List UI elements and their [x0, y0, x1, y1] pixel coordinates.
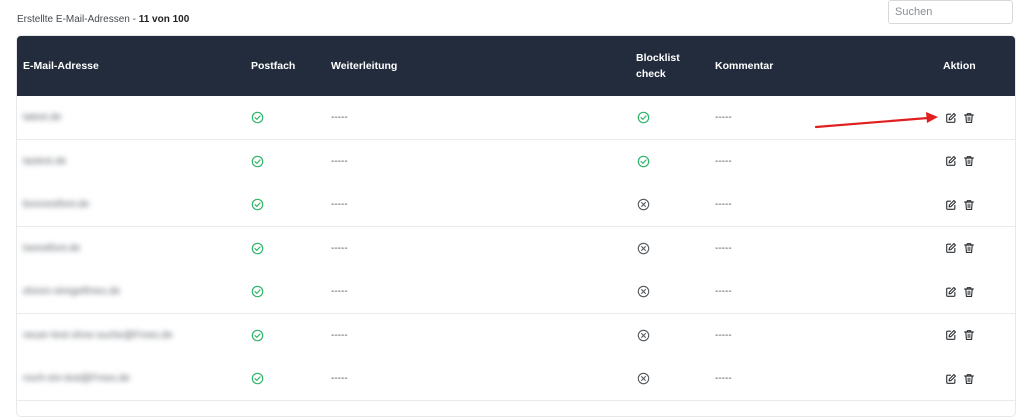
aktion-cell: [945, 183, 975, 226]
edit-icon[interactable]: [945, 199, 957, 211]
email-address: noch-ein-test@Fmes.de: [23, 373, 130, 384]
trash-icon[interactable]: [963, 329, 975, 341]
aktion-cell: [945, 357, 975, 400]
trash-icon[interactable]: [963, 112, 975, 124]
table-row: bonnestfont.de ----- -----: [17, 183, 1015, 227]
kommentar-cell: -----: [715, 199, 732, 210]
aktion-cell: [945, 140, 975, 183]
blocklist-cell: [637, 140, 650, 183]
email-cell: tastest.de: [23, 140, 66, 183]
weiterleitung-cell: -----: [331, 286, 348, 297]
email-cell: tatest.de: [23, 96, 61, 139]
check-circle-icon: [251, 111, 264, 124]
aktion-cell: [945, 314, 975, 357]
edit-icon[interactable]: [945, 286, 957, 298]
edit-icon[interactable]: [945, 329, 957, 341]
kommentar-cell: -----: [715, 155, 732, 167]
address-count: 11 von 100: [138, 14, 190, 25]
trash-icon[interactable]: [963, 199, 975, 211]
blocklist-cell: [637, 183, 650, 226]
aktion-cell: [945, 227, 975, 270]
edit-icon[interactable]: [945, 112, 957, 124]
email-cell: neuer-test-ohne-suche@Fmes.de: [23, 314, 173, 357]
weiterleitung-cell: -----: [331, 242, 348, 254]
email-cell: bonnestfont.de: [23, 183, 89, 226]
weiterleitung-cell: -----: [331, 329, 348, 341]
check-circle-icon: [251, 285, 264, 298]
email-address: tastest.de: [23, 155, 67, 167]
x-circle-icon: [637, 285, 650, 298]
postfach-cell: [251, 227, 264, 270]
email-address: loeestfont.de: [23, 242, 81, 254]
column-header-postfach[interactable]: Postfach: [251, 36, 295, 96]
email-address: tatest.de: [23, 112, 62, 123]
column-header-blocklist[interactable]: Blocklist check: [636, 36, 696, 96]
trash-icon[interactable]: [963, 373, 975, 385]
aktion-cell: [945, 270, 975, 313]
column-header-weiterleitung[interactable]: Weiterleitung: [331, 36, 397, 96]
postfach-cell: [251, 314, 264, 357]
check-circle-icon: [637, 111, 650, 124]
search-input[interactable]: [888, 0, 1013, 24]
column-header-kommentar[interactable]: Kommentar: [715, 36, 773, 96]
postfach-cell: [251, 140, 264, 183]
email-address: bonnestfont.de: [23, 199, 90, 210]
table-row: tatest.de ----- -----: [17, 96, 1015, 140]
blocklist-cell: [637, 96, 650, 139]
kommentar-cell: -----: [715, 373, 732, 384]
check-circle-icon: [251, 242, 264, 255]
postfach-cell: [251, 96, 264, 139]
email-cell: eloren-stregetfmes.de: [23, 270, 120, 313]
weiterleitung-cell: -----: [331, 112, 348, 123]
caption-text: Erstellte E-Mail-Adressen -: [17, 14, 139, 25]
check-circle-icon: [637, 155, 650, 168]
trash-icon[interactable]: [963, 242, 975, 254]
weiterleitung-cell: -----: [331, 199, 348, 210]
edit-icon[interactable]: [945, 242, 957, 254]
edit-icon[interactable]: [945, 155, 957, 167]
x-circle-icon: [637, 329, 650, 342]
column-header-aktion: Aktion: [943, 60, 976, 72]
weiterleitung-cell: -----: [331, 155, 348, 167]
kommentar-cell: -----: [715, 286, 732, 297]
x-circle-icon: [637, 372, 650, 385]
email-cell: noch-ein-test@Fmes.de: [23, 357, 130, 400]
edit-icon[interactable]: [945, 373, 957, 385]
table-row: neuer-test-ohne-suche@Fmes.de ----- -----: [17, 313, 1015, 358]
check-circle-icon: [251, 372, 264, 385]
table-row: noch-ein-test@Fmes.de ----- -----: [17, 357, 1015, 401]
blocklist-cell: [637, 270, 650, 313]
trash-icon[interactable]: [963, 155, 975, 167]
kommentar-cell: -----: [715, 329, 732, 341]
trash-icon[interactable]: [963, 286, 975, 298]
postfach-cell: [251, 183, 264, 226]
blocklist-cell: [637, 314, 650, 357]
postfach-cell: [251, 357, 264, 400]
table-row: eloren-stregetfmes.de ----- -----: [17, 270, 1015, 314]
kommentar-cell: -----: [715, 112, 732, 123]
aktion-cell: [945, 96, 975, 139]
email-address: eloren-stregetfmes.de: [23, 286, 121, 297]
table-header: E-Mail-Adresse Postfach Weiterleitung Bl…: [17, 36, 1015, 96]
kommentar-cell: -----: [715, 242, 732, 254]
x-circle-icon: [637, 242, 650, 255]
check-circle-icon: [251, 155, 264, 168]
email-cell: loeestfont.de: [23, 227, 80, 270]
email-table: E-Mail-Adresse Postfach Weiterleitung Bl…: [16, 35, 1016, 417]
column-header-email[interactable]: E-Mail-Adresse: [23, 36, 99, 96]
table-row: tastest.de ----- -----: [17, 139, 1015, 184]
x-circle-icon: [637, 198, 650, 211]
postfach-cell: [251, 270, 264, 313]
check-circle-icon: [251, 329, 264, 342]
blocklist-cell: [637, 357, 650, 400]
weiterleitung-cell: -----: [331, 373, 348, 384]
email-address: neuer-test-ohne-suche@Fmes.de: [23, 329, 173, 341]
table-row: loeestfont.de ----- -----: [17, 226, 1015, 271]
check-circle-icon: [251, 198, 264, 211]
blocklist-cell: [637, 227, 650, 270]
created-addresses-caption: Erstellte E-Mail-Adressen - 11 von 100: [17, 14, 189, 25]
